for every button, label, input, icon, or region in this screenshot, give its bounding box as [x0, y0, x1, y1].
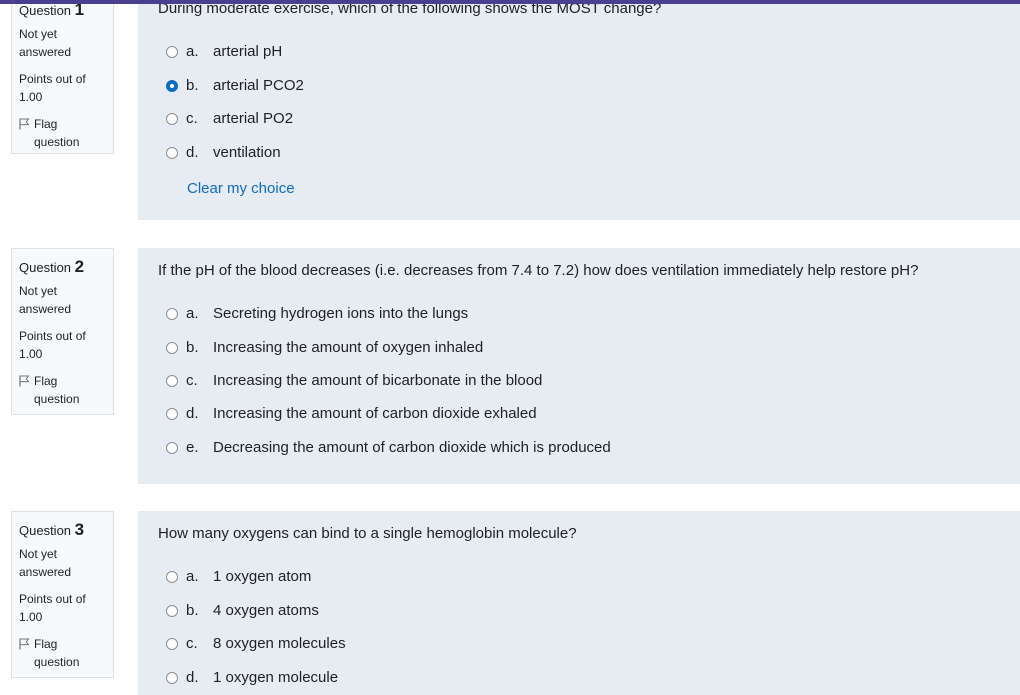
- radio-button-selected[interactable]: [166, 79, 178, 92]
- flag-line-2: question: [34, 655, 80, 669]
- answer-text: arterial pH: [213, 43, 283, 60]
- answer-letter: b.: [186, 339, 199, 356]
- answer-option-d[interactable]: d. 1 oxygen molecule: [166, 669, 338, 686]
- flag-line-2: question: [34, 392, 80, 406]
- question-label: Question: [19, 260, 72, 275]
- points-line-2: 1.00: [19, 90, 43, 104]
- radio-button[interactable]: [166, 374, 178, 387]
- question-info-panel: Question 1 Not yet answered Points out o…: [11, 0, 114, 154]
- answer-text: Increasing the amount of bicarbonate in …: [213, 372, 543, 389]
- radio-button[interactable]: [166, 637, 178, 650]
- radio-button[interactable]: [166, 441, 178, 454]
- answer-text: 1 oxygen atom: [213, 568, 312, 585]
- radio-button[interactable]: [166, 45, 178, 58]
- answer-option-a[interactable]: a. arterial pH: [166, 43, 282, 60]
- answer-letter: d.: [186, 144, 199, 161]
- answer-letter: c.: [186, 635, 198, 652]
- answer-text: arterial PO2: [213, 110, 294, 127]
- radio-button[interactable]: [166, 307, 178, 320]
- answer-option-b[interactable]: b. Increasing the amount of oxygen inhal…: [166, 339, 483, 356]
- state-line-2: answered: [19, 45, 72, 59]
- question-label: Question: [19, 523, 72, 538]
- question-number: Question 3: [19, 520, 106, 541]
- points-line-1: Points out of: [19, 329, 86, 343]
- answer-letter: a.: [186, 568, 199, 585]
- flag-icon: [19, 375, 30, 387]
- answer-letter: c.: [186, 110, 198, 127]
- flag-line-1: Flag: [34, 374, 58, 388]
- answer-letter: b.: [186, 602, 199, 619]
- answer-text: Decreasing the amount of carbon dioxide …: [213, 439, 611, 456]
- question-content: How many oxygens can bind to a single he…: [138, 511, 1020, 695]
- answer-text: 1 oxygen molecule: [213, 669, 339, 686]
- answer-letter: c.: [186, 372, 198, 389]
- answer-option-c[interactable]: c. arterial PO2: [166, 110, 293, 127]
- answer-option-c[interactable]: c. Increasing the amount of bicarbonate …: [166, 372, 542, 389]
- question-info-panel: Question 2 Not yet answered Points out o…: [11, 248, 114, 415]
- state-line-1: Not yet: [19, 284, 58, 298]
- flag-question-button[interactable]: Flag question: [19, 635, 106, 671]
- answer-letter: a.: [186, 43, 199, 60]
- answer-letter: d.: [186, 669, 199, 686]
- flag-line-1: Flag: [34, 637, 58, 651]
- state-line-2: answered: [19, 302, 72, 316]
- question-number-value: 2: [74, 257, 85, 276]
- radio-button[interactable]: [166, 407, 178, 420]
- answer-option-b[interactable]: b. 4 oxygen atoms: [166, 602, 319, 619]
- answer-text: Increasing the amount of carbon dioxide …: [213, 405, 537, 422]
- question-text: How many oxygens can bind to a single he…: [158, 525, 577, 542]
- question-content: During moderate exercise, which of the f…: [138, 0, 1020, 220]
- clear-my-choice-link[interactable]: Clear my choice: [187, 180, 295, 197]
- answer-text: ventilation: [213, 144, 281, 161]
- state-line-1: Not yet: [19, 547, 58, 561]
- answer-option-d[interactable]: d. ventilation: [166, 144, 281, 161]
- flag-question-button[interactable]: Flag question: [19, 115, 106, 151]
- question-text: If the pH of the blood decreases (i.e. d…: [158, 262, 919, 279]
- answer-option-c[interactable]: c. 8 oxygen molecules: [166, 635, 346, 652]
- answer-letter: b.: [186, 77, 199, 94]
- answer-text: 8 oxygen molecules: [213, 635, 346, 652]
- answer-text: Increasing the amount of oxygen inhaled: [213, 339, 484, 356]
- question-content: If the pH of the blood decreases (i.e. d…: [138, 248, 1020, 484]
- state-line-1: Not yet: [19, 27, 58, 41]
- radio-button[interactable]: [166, 671, 178, 684]
- question-info-panel: Question 3 Not yet answered Points out o…: [11, 511, 114, 678]
- question-number-value: 3: [74, 520, 85, 539]
- radio-button[interactable]: [166, 604, 178, 617]
- top-accent-bar: [0, 0, 1020, 4]
- answer-letter: d.: [186, 405, 199, 422]
- answer-option-a[interactable]: a. 1 oxygen atom: [166, 568, 311, 585]
- answer-text: Secreting hydrogen ions into the lungs: [213, 305, 469, 322]
- flag-icon: [19, 118, 30, 130]
- radio-button[interactable]: [166, 570, 178, 583]
- answer-option-d[interactable]: d. Increasing the amount of carbon dioxi…: [166, 405, 537, 422]
- state-line-2: answered: [19, 565, 72, 579]
- question-number: Question 2: [19, 257, 106, 278]
- points-line-2: 1.00: [19, 610, 43, 624]
- flag-line-1: Flag: [34, 117, 58, 131]
- radio-button[interactable]: [166, 341, 178, 354]
- points-line-2: 1.00: [19, 347, 43, 361]
- points-line-1: Points out of: [19, 592, 86, 606]
- answer-letter: a.: [186, 305, 199, 322]
- answer-text: arterial PCO2: [213, 77, 304, 94]
- flag-line-2: question: [34, 135, 80, 149]
- flag-icon: [19, 638, 30, 650]
- answer-letter: e.: [186, 439, 199, 456]
- answer-option-a[interactable]: a. Secreting hydrogen ions into the lung…: [166, 305, 468, 322]
- question-label: Question: [19, 3, 72, 18]
- radio-button[interactable]: [166, 112, 178, 125]
- answer-option-b[interactable]: b. arterial PCO2: [166, 77, 304, 94]
- radio-button[interactable]: [166, 146, 178, 159]
- answer-option-e[interactable]: e. Decreasing the amount of carbon dioxi…: [166, 439, 611, 456]
- points-line-1: Points out of: [19, 72, 86, 86]
- flag-question-button[interactable]: Flag question: [19, 372, 106, 408]
- answer-text: 4 oxygen atoms: [213, 602, 319, 619]
